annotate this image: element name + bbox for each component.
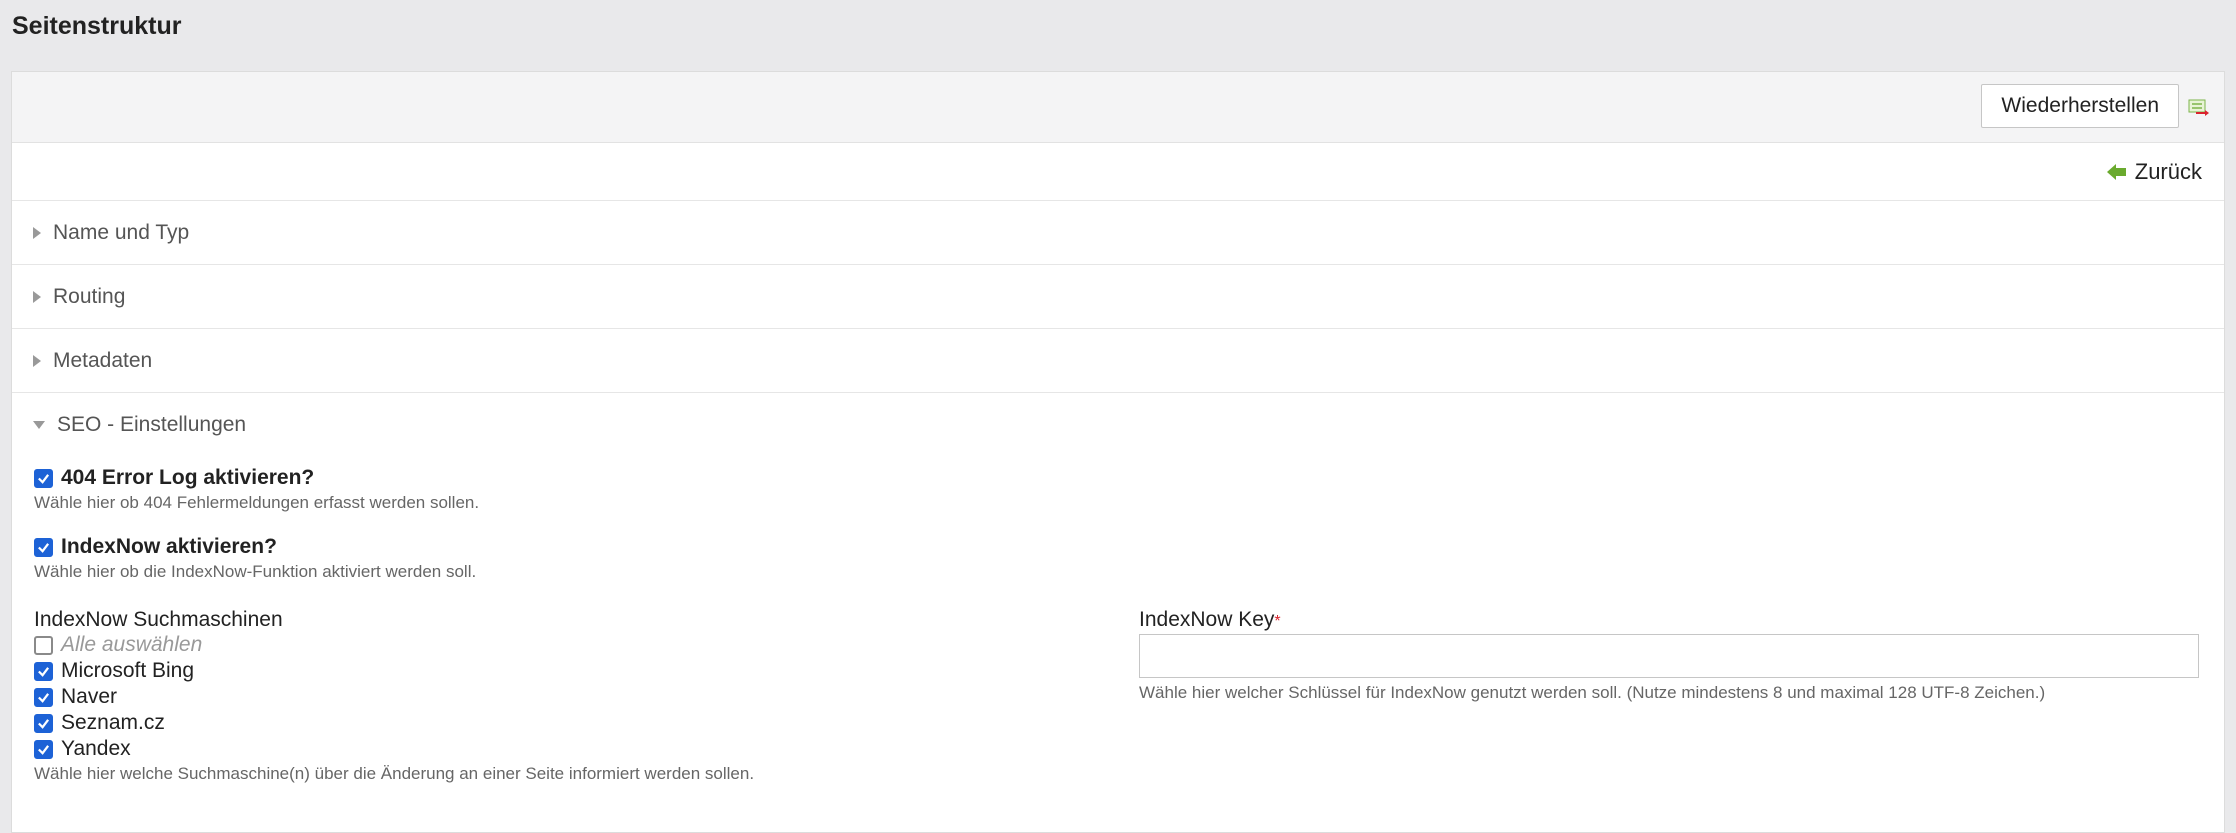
engine-row[interactable]: Naver xyxy=(34,684,754,710)
engine-checkbox[interactable] xyxy=(34,713,53,733)
section-label: Routing xyxy=(53,284,126,308)
toolbar: Wiederherstellen xyxy=(12,72,2224,143)
engine-label: Naver xyxy=(61,685,118,708)
select-all-row[interactable]: Alle auswählen xyxy=(34,632,754,658)
engine-checkbox[interactable] xyxy=(34,687,53,707)
engine-checkbox[interactable] xyxy=(34,739,53,759)
error-log-help: Wähle hier ob 404 Fehlermeldungen erfass… xyxy=(34,493,480,512)
back-row: Zurück xyxy=(12,143,2224,201)
section-label: Name und Typ xyxy=(53,220,190,244)
indexnow-label: IndexNow aktivieren? xyxy=(61,535,277,558)
caret-down-icon xyxy=(33,420,45,429)
caret-right-icon xyxy=(33,354,41,367)
required-mark: * xyxy=(1274,613,1281,630)
section-routing[interactable]: Routing xyxy=(12,265,2224,329)
indexnow-key-field: IndexNow Key* xyxy=(1139,608,1281,632)
indexnow-key-input[interactable] xyxy=(1139,634,2199,678)
back-label: Zurück xyxy=(2134,159,2202,184)
engines-field: IndexNow Suchmaschinen Alle auswählen Mi… xyxy=(34,608,754,784)
engine-row[interactable]: Microsoft Bing xyxy=(34,658,754,684)
section-name-und-typ[interactable]: Name und Typ xyxy=(12,201,2224,265)
engine-row[interactable]: Seznam.cz xyxy=(34,710,754,736)
error-log-label: 404 Error Log aktivieren? xyxy=(61,466,315,489)
arrow-left-icon xyxy=(2106,164,2126,180)
select-all-label: Alle auswählen xyxy=(61,633,203,656)
engine-label: Microsoft Bing xyxy=(61,659,195,682)
section-label: Metadaten xyxy=(53,348,153,372)
engines-help: Wähle hier welche Suchmaschine(n) über d… xyxy=(34,764,755,783)
engine-label: Seznam.cz xyxy=(61,711,165,734)
error-log-checkbox[interactable] xyxy=(34,468,53,488)
engine-label: Yandex xyxy=(61,737,131,760)
page-title: Seitenstruktur xyxy=(12,12,182,40)
indexnow-checkbox[interactable] xyxy=(34,537,53,557)
indexnow-help: Wähle hier ob die IndexNow-Funktion akti… xyxy=(34,562,477,581)
error-log-field: 404 Error Log aktivieren? Wähle hier ob … xyxy=(34,466,479,513)
indexnow-field: IndexNow aktivieren? Wähle hier ob die I… xyxy=(34,535,476,582)
restore-button[interactable]: Wiederherstellen xyxy=(1981,84,2179,128)
indexnow-key-help: Wähle hier welcher Schlüssel für IndexNo… xyxy=(1139,683,2046,702)
select-all-checkbox[interactable] xyxy=(34,635,53,655)
section-seo-einstellungen[interactable]: SEO - Einstellungen xyxy=(12,393,2224,456)
content-panel: Wiederherstellen Zurück Name und Typ Rou… xyxy=(11,71,2225,833)
section-label: SEO - Einstellungen xyxy=(57,412,247,436)
engine-checkbox[interactable] xyxy=(34,661,53,681)
back-link[interactable]: Zurück xyxy=(2106,159,2202,185)
section-metadaten[interactable]: Metadaten xyxy=(12,329,2224,393)
engine-row[interactable]: Yandex xyxy=(34,736,754,762)
engines-title: IndexNow Suchmaschinen xyxy=(34,608,283,631)
export-icon[interactable] xyxy=(2188,99,2210,117)
caret-right-icon xyxy=(33,290,41,303)
caret-right-icon xyxy=(33,226,41,239)
indexnow-key-title: IndexNow Key xyxy=(1139,608,1275,631)
